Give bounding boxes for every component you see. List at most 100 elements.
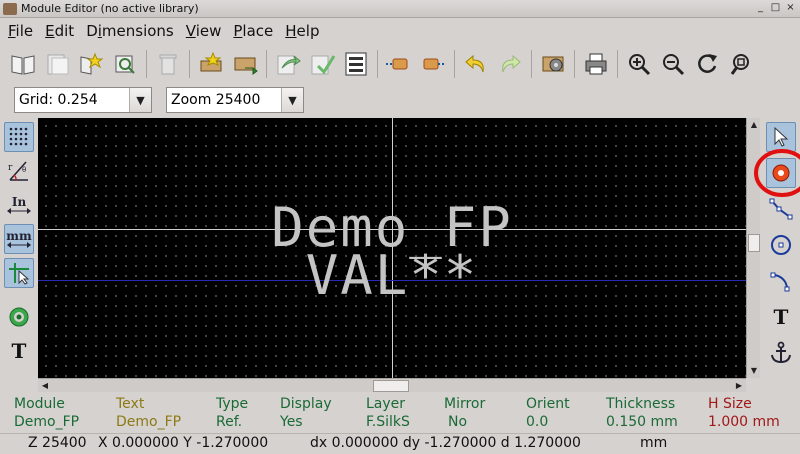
units-mm-button[interactable]: mm	[4, 224, 34, 254]
anchor-icon[interactable]	[766, 338, 796, 368]
msg-hsize-header: H Size	[708, 396, 752, 412]
scroll-left-icon[interactable]: ◀	[39, 380, 51, 392]
add-line-icon[interactable]	[766, 194, 796, 224]
msg-mirror-value: No	[448, 414, 468, 430]
vertical-scroll-thumb[interactable]	[748, 234, 760, 252]
add-circle-icon[interactable]	[766, 230, 796, 260]
scroll-right-icon[interactable]: ▶	[733, 380, 745, 392]
close-button[interactable]: ×	[784, 2, 797, 15]
window-title: Module Editor (no active library)	[21, 2, 199, 15]
footprint-value-text[interactable]: VAL**	[38, 246, 746, 306]
grid-toggle-icon[interactable]	[4, 122, 34, 152]
svg-text:r: r	[8, 163, 13, 173]
toolbar-separator	[617, 50, 618, 78]
toolbar-separator	[146, 50, 147, 78]
msg-orient: Orient 0.0	[526, 395, 570, 431]
units-inch-button[interactable]: In	[4, 190, 34, 220]
menu-edit[interactable]: Edit	[41, 22, 82, 40]
left-options-toolbar: rθ In mm T	[0, 118, 38, 390]
msg-thickness-value: 0.150 mm	[606, 414, 678, 430]
msg-layer-header: Layer	[366, 396, 406, 412]
status-bar: Z 25400 X 0.000000 Y -1.270000 dx 0.0000…	[0, 433, 800, 454]
export-icon[interactable]	[305, 47, 339, 81]
msg-thickness-header: Thickness	[606, 396, 676, 412]
msg-display-header: Display	[280, 396, 332, 412]
units-mm-label: mm	[6, 229, 32, 243]
scroll-up-icon[interactable]: ▲	[748, 119, 760, 131]
pad-settings-right-icon[interactable]	[416, 47, 450, 81]
add-pad-icon[interactable]	[754, 149, 800, 197]
msg-text: Text Demo_FP	[116, 395, 181, 431]
msg-thickness: Thickness 0.150 mm	[606, 395, 678, 431]
show-pads-sketch-icon[interactable]	[4, 302, 34, 332]
load-module-icon[interactable]	[108, 47, 142, 81]
toolbar-separator	[454, 50, 455, 78]
msg-type-value: Ref.	[216, 414, 243, 430]
msg-module: Module Demo_FP	[14, 395, 79, 431]
minimize-button[interactable]: _	[754, 2, 767, 15]
status-delta: dx 0.000000 dy -1.270000 d 1.270000	[310, 435, 581, 451]
menu-file[interactable]: File	[4, 22, 41, 40]
status-units: mm	[640, 435, 668, 451]
main-toolbar	[0, 44, 800, 84]
horizontal-scrollbar[interactable]: ◀ ▶	[38, 378, 746, 392]
scroll-down-icon[interactable]: ▼	[748, 365, 760, 377]
msg-text-header: Text	[116, 396, 145, 412]
zoom-select-value: Zoom 25400	[171, 92, 261, 108]
msg-mirror-header: Mirror	[444, 396, 486, 412]
highlight-ring-icon	[754, 149, 800, 197]
library-browse-icon[interactable]	[6, 47, 40, 81]
aux-toolbar: Grid: 0.254 ▼ Zoom 25400 ▼	[0, 85, 800, 115]
zoom-out-icon[interactable]	[656, 47, 690, 81]
msg-hsize: H Size 1.000 mm	[708, 395, 780, 431]
toolbar-separator	[531, 50, 532, 78]
maximize-button[interactable]: □	[769, 2, 782, 15]
redraw-icon[interactable]	[690, 47, 724, 81]
redo-icon[interactable]	[493, 47, 527, 81]
msg-display: Display Yes	[280, 395, 332, 431]
menu-help[interactable]: Help	[281, 22, 327, 40]
menu-place[interactable]: Place	[229, 22, 281, 40]
polar-coords-icon[interactable]: rθ	[4, 156, 34, 186]
toolbar-separator	[574, 50, 575, 78]
show-texts-sketch-icon[interactable]: T	[4, 336, 34, 366]
chevron-down-icon[interactable]: ▼	[281, 88, 303, 112]
print-icon[interactable]	[579, 47, 613, 81]
title-bar: Module Editor (no active library) _ □ ×	[0, 0, 800, 18]
toolbar-separator	[377, 50, 378, 78]
msg-orient-header: Orient	[526, 396, 570, 412]
zoom-select[interactable]: Zoom 25400 ▼	[166, 87, 304, 113]
module-properties-icon[interactable]	[339, 47, 373, 81]
msg-layer-value: F.SilkS	[366, 414, 410, 430]
msg-hsize-value: 1.000 mm	[708, 414, 780, 430]
save-module-icon[interactable]	[228, 47, 262, 81]
units-inch-label: In	[11, 195, 27, 209]
pad-settings-left-icon[interactable]	[382, 47, 416, 81]
app-icon	[3, 2, 17, 15]
settings-icon[interactable]	[536, 47, 570, 81]
zoom-in-icon[interactable]	[622, 47, 656, 81]
cursor-shape-icon[interactable]	[4, 258, 34, 288]
footprint-canvas[interactable]: Demo_FP VAL**	[38, 118, 746, 378]
menu-dimensions[interactable]: Dimensions	[82, 22, 182, 40]
new-module-icon[interactable]	[74, 47, 108, 81]
add-arc-icon[interactable]	[766, 266, 796, 296]
menu-view[interactable]: View	[182, 22, 230, 40]
add-text-icon[interactable]: T	[766, 302, 796, 332]
grid-select[interactable]: Grid: 0.254 ▼	[14, 87, 152, 113]
undo-icon[interactable]	[459, 47, 493, 81]
status-zoom: Z 25400	[28, 435, 87, 451]
msg-type-header: Type	[216, 396, 249, 412]
save-library-icon[interactable]	[40, 47, 74, 81]
message-panel: Module Demo_FP Text Demo_FP Type Ref. Di…	[0, 394, 800, 432]
horizontal-scroll-thumb[interactable]	[373, 380, 409, 392]
menu-bar: File Edit Dimensions View Place Help	[0, 19, 800, 43]
chevron-down-icon[interactable]: ▼	[129, 88, 151, 112]
toolbar-separator	[189, 50, 190, 78]
zoom-fit-icon[interactable]	[724, 47, 758, 81]
import-icon[interactable]	[271, 47, 305, 81]
create-module-icon[interactable]	[194, 47, 228, 81]
delete-icon[interactable]	[151, 47, 185, 81]
msg-display-value: Yes	[280, 414, 303, 430]
msg-type: Type Ref.	[216, 395, 248, 431]
